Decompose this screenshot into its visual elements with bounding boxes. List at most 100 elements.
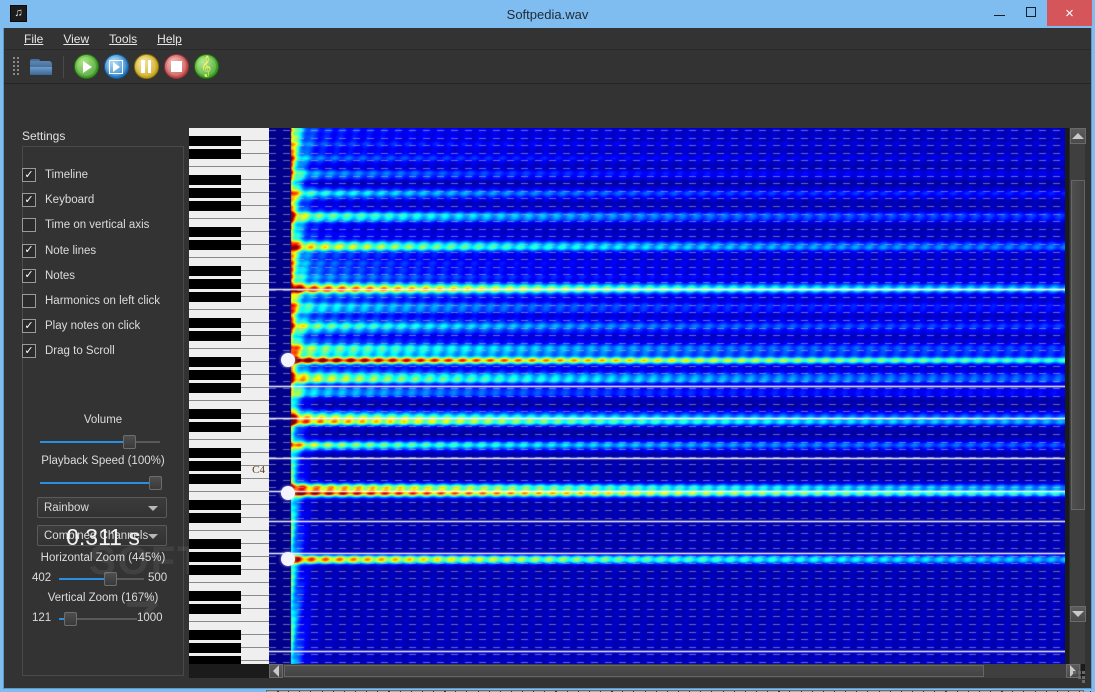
checkbox-time-on-vertical-axis[interactable]: Time on vertical axis	[22, 216, 149, 234]
piano-black-key[interactable]	[189, 448, 241, 459]
checkbox-drag-to-scroll[interactable]: ✓ Drag to Scroll	[22, 342, 115, 360]
vertical-scroll-thumb[interactable]	[1071, 180, 1085, 510]
play-selection-button[interactable]	[101, 52, 131, 82]
checkbox-indicator[interactable]: ✓	[22, 319, 36, 334]
piano-black-key[interactable]	[189, 604, 241, 615]
piano-black-key[interactable]	[189, 227, 241, 238]
piano-black-key[interactable]	[189, 383, 241, 394]
slider-fill	[40, 482, 156, 484]
piano-keyboard[interactable]: C4	[189, 128, 269, 664]
piano-black-key[interactable]	[189, 331, 241, 342]
piano-black-key[interactable]	[189, 136, 241, 147]
menu-view[interactable]: View	[53, 30, 99, 48]
piano-black-key[interactable]	[189, 175, 241, 186]
piano-black-key[interactable]	[189, 591, 241, 602]
piano-black-key[interactable]	[189, 656, 241, 664]
checkbox-note-lines[interactable]: ✓ Note lines	[22, 242, 96, 260]
checkbox-indicator[interactable]: ✓	[22, 243, 36, 258]
checkbox-indicator[interactable]: ✓	[22, 268, 36, 283]
menu-help[interactable]: Help	[147, 30, 192, 48]
piano-black-key[interactable]	[189, 539, 241, 550]
piano-black-key[interactable]	[189, 357, 241, 368]
checkbox-label: Keyboard	[45, 194, 95, 207]
note-marker-2[interactable]	[281, 486, 295, 500]
piano-black-key[interactable]	[189, 318, 241, 329]
horizontal-zoom-min: 402	[32, 572, 52, 584]
piano-black-key[interactable]	[189, 266, 241, 277]
playback-speed-slider[interactable]	[40, 475, 163, 491]
checkbox-indicator[interactable]	[22, 294, 36, 308]
piano-black-key[interactable]	[189, 240, 241, 251]
scroll-down-button[interactable]	[1070, 606, 1086, 622]
volume-slider[interactable]	[40, 434, 160, 450]
piano-black-key[interactable]	[189, 292, 241, 303]
application-window: ♫ Softpedia.wav × File View Tools Help 𝄞…	[0, 0, 1095, 692]
checkbox-indicator[interactable]: ✓	[22, 344, 36, 359]
play-framed-icon	[103, 54, 129, 79]
checkbox-timeline[interactable]: ✓ Timeline	[22, 166, 88, 184]
stop-button[interactable]	[161, 52, 191, 82]
slider-thumb[interactable]	[63, 612, 77, 626]
pause-icon	[133, 54, 159, 79]
horizontal-scroll-thumb[interactable]	[284, 665, 984, 677]
piano-black-key[interactable]	[189, 279, 241, 290]
notes-button[interactable]: 𝄞	[191, 52, 221, 82]
piano-black-key[interactable]	[189, 188, 241, 199]
treble-clef-icon: 𝄞	[193, 54, 219, 79]
piano-black-key[interactable]	[189, 630, 241, 641]
checkbox-indicator[interactable]	[22, 218, 36, 233]
spectrogram-view[interactable]	[269, 128, 1065, 664]
play-button[interactable]	[71, 52, 101, 82]
vertical-scrollbar[interactable]	[1069, 128, 1086, 664]
piano-black-key[interactable]	[189, 149, 241, 160]
title-bar: ♫ Softpedia.wav ×	[0, 0, 1095, 28]
folder-icon	[30, 58, 52, 75]
piano-black-key[interactable]	[189, 370, 241, 381]
horizontal-scrollbar[interactable]	[269, 664, 1081, 678]
scroll-left-button[interactable]	[269, 664, 283, 678]
slider-thumb[interactable]	[122, 435, 136, 449]
scroll-up-button[interactable]	[1070, 128, 1086, 144]
toolbar-grip[interactable]	[13, 56, 22, 77]
checkbox-harmonics-on-left-click[interactable]: Harmonics on left click	[22, 292, 160, 310]
content-area: Settings ✓ Timeline ✓ Keyboard Time on verti…	[4, 84, 1092, 692]
note-marker-1[interactable]	[281, 353, 295, 367]
close-button[interactable]: ×	[1047, 0, 1092, 26]
maximize-button[interactable]	[1015, 1, 1047, 23]
piano-black-key[interactable]	[189, 201, 241, 212]
chevron-left-icon	[273, 665, 279, 677]
piano-black-key[interactable]	[189, 461, 241, 472]
toolbar: 𝄞	[4, 50, 1091, 84]
window-title: Softpedia.wav	[506, 6, 589, 22]
menu-tools[interactable]: Tools	[99, 30, 147, 48]
piano-black-key[interactable]	[189, 643, 241, 654]
piano-black-key[interactable]	[189, 474, 241, 485]
spectrogram-panel: C4	[189, 128, 1086, 678]
open-file-button[interactable]	[26, 52, 56, 82]
piano-black-key[interactable]	[189, 552, 241, 563]
note-marker-3[interactable]	[281, 552, 295, 566]
slider-thumb[interactable]	[149, 476, 163, 490]
minimize-button[interactable]	[983, 1, 1015, 23]
piano-black-key[interactable]	[189, 500, 241, 511]
piano-black-key[interactable]	[189, 565, 241, 576]
checkbox-notes[interactable]: ✓ Notes	[22, 267, 75, 285]
checkbox-indicator[interactable]: ✓	[22, 193, 36, 208]
menu-help-label: Help	[157, 31, 182, 46]
piano-octave-label: C4	[252, 464, 265, 476]
checkbox-play-notes-on-click[interactable]: ✓ Play notes on click	[22, 317, 140, 335]
resize-grip[interactable]	[1073, 671, 1086, 684]
pause-button[interactable]	[131, 52, 161, 82]
colormap-select[interactable]: Rainbow	[37, 497, 167, 518]
menu-file[interactable]: File	[14, 30, 53, 48]
piano-black-key[interactable]	[189, 409, 241, 420]
piano-black-key[interactable]	[189, 422, 241, 433]
chevron-down-icon	[1072, 611, 1084, 617]
checkbox-keyboard[interactable]: ✓ Keyboard	[22, 191, 94, 209]
colormap-select-value: Rainbow	[44, 501, 89, 514]
checkbox-indicator[interactable]: ✓	[22, 168, 36, 182]
menu-tools-label: Tools	[109, 31, 138, 46]
piano-black-key[interactable]	[189, 513, 241, 524]
slider-thumb[interactable]	[104, 572, 117, 586]
settings-title: Settings	[22, 129, 66, 143]
